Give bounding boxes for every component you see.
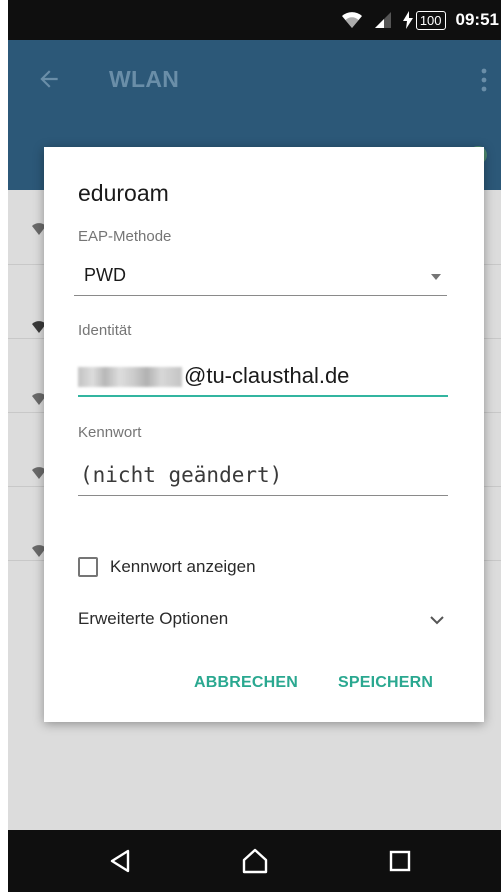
eap-method-select[interactable]: PWD bbox=[74, 257, 447, 296]
identity-value: @tu-clausthal.de bbox=[184, 363, 350, 388]
cancel-button[interactable]: ABBRECHEN bbox=[194, 674, 298, 692]
identity-input[interactable]: @tu-clausthal.de bbox=[78, 357, 448, 397]
password-placeholder: (nicht geändert) bbox=[80, 463, 283, 487]
nav-home-icon[interactable] bbox=[240, 846, 270, 876]
eap-method-value: PWD bbox=[84, 265, 126, 285]
charging-icon bbox=[402, 11, 413, 29]
navigation-bar bbox=[8, 830, 501, 892]
advanced-options-row[interactable]: Erweiterte Optionen bbox=[78, 607, 448, 633]
nav-back-icon[interactable] bbox=[106, 846, 136, 876]
dropdown-caret-icon bbox=[431, 274, 441, 280]
dialog-title: eduroam bbox=[78, 180, 169, 206]
status-time: 09:51 bbox=[455, 10, 499, 29]
network-config-dialog: eduroam EAP-Methode PWD Identität @tu-cl… bbox=[44, 147, 484, 722]
advanced-options-label: Erweiterte Optionen bbox=[78, 609, 229, 628]
phone-screen: 100 09:51 WLAN eduroam EAP-Methode PWD I… bbox=[8, 0, 501, 892]
password-input[interactable]: (nicht geändert) bbox=[78, 457, 448, 496]
eap-method-label: EAP-Methode bbox=[78, 228, 172, 245]
chevron-down-icon[interactable] bbox=[428, 611, 446, 629]
overflow-menu-icon[interactable] bbox=[481, 68, 487, 92]
wifi-icon bbox=[341, 12, 362, 28]
show-password-label: Kennwort anzeigen bbox=[110, 557, 256, 576]
password-label: Kennwort bbox=[78, 424, 142, 441]
identity-label: Identität bbox=[78, 322, 132, 339]
app-bar: WLAN bbox=[8, 40, 501, 118]
back-arrow-icon[interactable] bbox=[36, 66, 62, 92]
show-password-row[interactable]: Kennwort anzeigen bbox=[78, 554, 256, 580]
app-bar-title: WLAN bbox=[109, 66, 180, 92]
status-bar: 100 09:51 bbox=[8, 0, 501, 40]
signal-icon bbox=[374, 12, 391, 28]
nav-recents-icon[interactable] bbox=[385, 846, 415, 876]
redacted-username bbox=[78, 367, 182, 387]
save-button[interactable]: SPEICHERN bbox=[338, 674, 433, 692]
show-password-checkbox[interactable] bbox=[78, 557, 98, 577]
battery-level: 100 bbox=[415, 10, 446, 30]
